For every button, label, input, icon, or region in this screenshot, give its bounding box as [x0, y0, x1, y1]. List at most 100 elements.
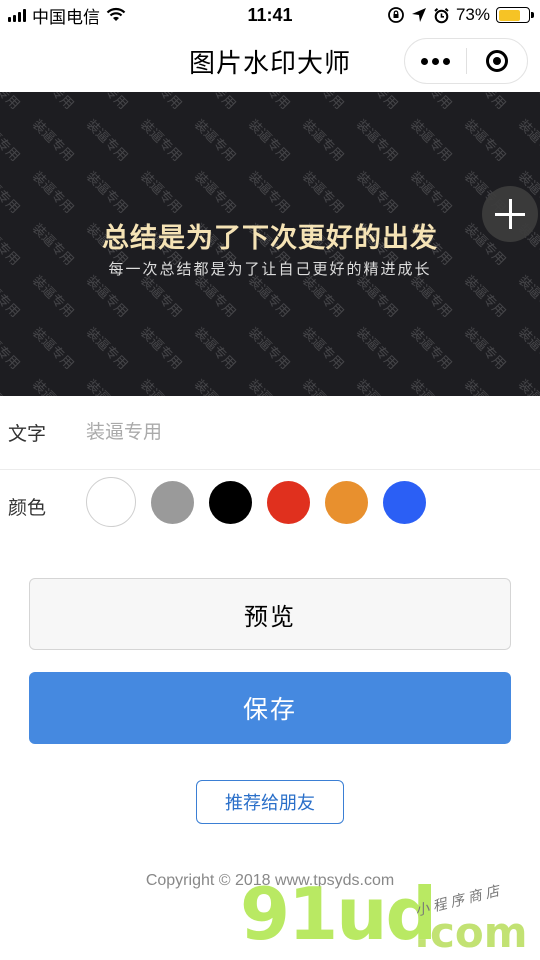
watermark-text: 装逼专用 — [353, 116, 401, 164]
color-swatch[interactable] — [86, 477, 136, 527]
watermark-text: 装逼专用 — [406, 92, 460, 116]
preview-button[interactable]: 预览 — [29, 578, 511, 650]
watermark-text: 装逼专用 — [244, 376, 298, 396]
watermark-text-input[interactable] — [86, 421, 386, 444]
watermark-text: 装逼专用 — [515, 272, 540, 320]
watermark-text: 装逼专用 — [29, 272, 77, 320]
watermark-text: 装逼专用 — [191, 272, 239, 320]
watermark-text: 装逼专用 — [137, 324, 185, 372]
watermark-text: 装逼专用 — [407, 168, 455, 216]
page-title: 图片水印大师 — [188, 47, 351, 78]
battery-icon — [496, 7, 534, 23]
site-watermark-logo: 91ud 小程序商店 .com — [236, 872, 536, 960]
watermark-text: 装逼专用 — [353, 272, 401, 320]
watermark-text: 装逼专用 — [28, 92, 82, 116]
color-swatch[interactable] — [209, 481, 252, 524]
signal-icon — [8, 8, 26, 22]
watermark-preview-image: 装逼专用 装逼专用 装逼专用 装逼专用 装逼专用 装逼专用 装逼专用 装逼专用 装逼专用 装逼专用… — [0, 92, 540, 396]
watermark-text: 装逼专用 — [461, 324, 509, 372]
watermark-text: 装逼专用 — [191, 168, 239, 216]
color-row: 颜色 — [0, 470, 540, 546]
watermark-text: 装逼专用 — [0, 92, 28, 116]
watermark-text: 装逼专用 — [245, 324, 293, 372]
watermark-text: 装逼专用 — [83, 324, 131, 372]
image-headline: 总结是为了下次更好的出发 — [102, 223, 438, 253]
watermark-text: 装逼专用 — [0, 376, 28, 396]
watermark-text: 装逼专用 — [460, 376, 514, 396]
watermark-text: 装逼专用 — [83, 116, 131, 164]
watermark-text: 装逼专用 — [191, 324, 239, 372]
watermark-text: 装逼专用 — [0, 168, 23, 216]
watermark-text: 装逼专用 — [244, 92, 298, 116]
more-dots-icon — [420, 57, 450, 65]
watermark-text: 装逼专用 — [191, 116, 239, 164]
location-icon — [411, 8, 426, 22]
watermark-text: 装逼专用 — [353, 324, 401, 372]
watermark-text: 装逼专用 — [190, 92, 244, 116]
watermark-text: 装逼专用 — [0, 116, 23, 164]
watermark-text: 装逼专用 — [29, 168, 77, 216]
watermark-text: 装逼专用 — [461, 272, 509, 320]
watermark-text: 装逼专用 — [82, 376, 136, 396]
color-swatch[interactable] — [151, 481, 194, 524]
watermark-text: 装逼专用 — [299, 168, 347, 216]
watermark-text: 装逼专用 — [137, 116, 185, 164]
wifi-icon — [106, 7, 126, 21]
text-label: 文字 — [8, 424, 47, 445]
logo-text: 91ud — [240, 872, 437, 956]
battery-percent: 73% — [455, 5, 490, 24]
watermark-text: 装逼专用 — [352, 376, 406, 396]
rotation-lock-icon — [388, 7, 404, 23]
carrier-name: 中国电信 — [32, 7, 100, 27]
more-button[interactable] — [405, 39, 466, 83]
status-left: 中国电信 — [0, 3, 126, 28]
watermark-text: 装逼专用 — [0, 272, 23, 320]
watermark-text: 装逼专用 — [137, 168, 185, 216]
watermark-text: 装逼专用 — [461, 116, 509, 164]
color-swatch[interactable] — [325, 481, 368, 524]
watermark-text: 装逼专用 — [245, 116, 293, 164]
image-subline: 每一次总结都是为了让自己更好的精进成长 — [108, 261, 432, 278]
miniprogram-close-icon — [485, 50, 508, 72]
watermark-text: 装逼专用 — [29, 324, 77, 372]
add-image-button[interactable] — [482, 186, 538, 242]
watermark-text: 装逼专用 — [83, 272, 131, 320]
watermark-text: 装逼专用 — [245, 272, 293, 320]
watermark-text: 装逼专用 — [515, 324, 540, 372]
watermark-text: 装逼专用 — [0, 324, 23, 372]
share-to-friend-button[interactable]: 推荐给朋友 — [196, 780, 344, 824]
text-row: 文字 — [0, 396, 540, 470]
watermark-text: 装逼专用 — [460, 92, 514, 116]
watermark-text: 装逼专用 — [82, 92, 136, 116]
watermark-text: 装逼专用 — [299, 324, 347, 372]
watermark-text: 装逼专用 — [352, 92, 406, 116]
color-swatch[interactable] — [383, 481, 426, 524]
nav-bar: 图片水印大师 — [0, 30, 540, 92]
logo-domain: .com — [414, 908, 528, 957]
watermark-text: 装逼专用 — [407, 324, 455, 372]
status-bar: 中国电信 11:41 73% — [0, 0, 540, 30]
battery-level — [498, 9, 520, 21]
alarm-icon — [434, 7, 449, 23]
watermark-text: 装逼专用 — [83, 168, 131, 216]
watermark-text: 装逼专用 — [514, 92, 540, 116]
watermark-text: 装逼专用 — [299, 272, 347, 320]
watermark-text: 装逼专用 — [136, 92, 190, 116]
watermark-text: 装逼专用 — [190, 376, 244, 396]
watermark-text: 装逼专用 — [298, 92, 352, 116]
watermark-text: 装逼专用 — [28, 376, 82, 396]
close-miniprogram-button[interactable] — [467, 39, 528, 83]
watermark-text: 装逼专用 — [298, 376, 352, 396]
watermark-text: 装逼专用 — [136, 376, 190, 396]
watermark-text: 装逼专用 — [29, 116, 77, 164]
color-swatch[interactable] — [267, 481, 310, 524]
watermark-text: 装逼专用 — [407, 116, 455, 164]
color-swatches — [86, 477, 426, 527]
watermark-text: 装逼专用 — [353, 168, 401, 216]
watermark-text: 装逼专用 — [299, 116, 347, 164]
watermark-text: 装逼专用 — [515, 116, 540, 164]
watermark-text: 装逼专用 — [407, 272, 455, 320]
watermark-text: 装逼专用 — [406, 376, 460, 396]
save-button[interactable]: 保存 — [29, 672, 511, 744]
watermark-text: 装逼专用 — [514, 376, 540, 396]
